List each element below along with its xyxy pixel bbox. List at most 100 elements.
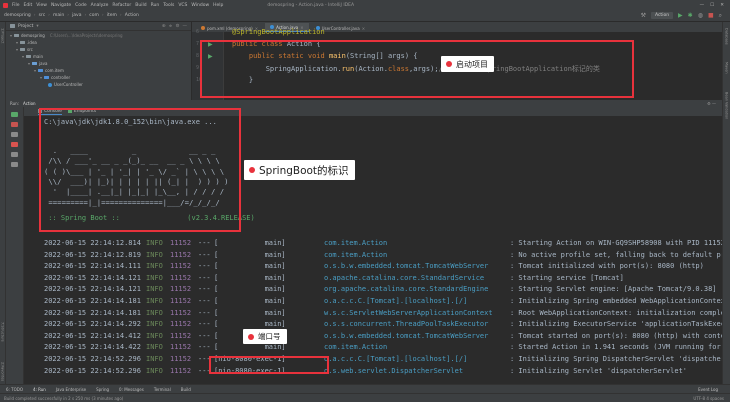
tree-node[interactable]: ▾ src	[6, 46, 191, 53]
layout-icon[interactable]	[11, 152, 18, 157]
bottom-tab[interactable]: Java Enterprise	[56, 387, 86, 392]
minimize-button[interactable]: —	[700, 3, 705, 8]
run-config-select[interactable]: Action	[650, 12, 674, 19]
run-config-tab[interactable]: Action	[23, 101, 36, 106]
run-toolbar	[6, 107, 24, 390]
hide-icon[interactable]: —	[183, 24, 188, 29]
breadcrumb-item[interactable]: item	[107, 13, 117, 18]
tree-node[interactable]: ▾ .idea	[6, 39, 191, 46]
stripe-database-label[interactable]: Database	[725, 28, 729, 45]
rerun-icon[interactable]	[11, 112, 18, 117]
menu-view[interactable]: View	[36, 3, 47, 8]
tree-node[interactable]: ▾ demospring C:\Users\...\IdeaProjects\dem…	[6, 32, 191, 39]
log-pid: 11152	[170, 331, 192, 340]
chevron-right-icon: ›	[119, 13, 122, 18]
log-separator: ---	[198, 262, 211, 271]
tree-node[interactable]: UserController	[6, 81, 191, 88]
chevron-down-icon[interactable]: ▾	[10, 33, 12, 38]
stripe-favorites-label[interactable]: 2:Favorites	[1, 362, 5, 381]
menu-window[interactable]: Window	[191, 3, 209, 8]
chevron-down-icon[interactable]: ▾	[36, 24, 38, 29]
banner-callout: SpringBoot的标识	[244, 160, 355, 180]
breadcrumb-item[interactable]: java	[72, 13, 81, 18]
callout-dot-icon	[248, 333, 254, 340]
bottom-tab[interactable]: Spring	[96, 387, 109, 392]
navigation-bar: demospring › src › main › java › com › item › Action…	[0, 10, 730, 22]
run-panel-controls[interactable]: ⚙ —	[707, 101, 722, 106]
log-separator: ---	[198, 285, 211, 294]
maximize-button[interactable]: ☐	[710, 3, 714, 8]
log-ts: 2022-06-15 22:14:12.814	[44, 239, 141, 247]
tree-node-path: C:\Users\...\IdeaProjects\demospring	[49, 33, 123, 38]
source-folder-icon	[32, 61, 38, 66]
banner-callout-label: SpringBoot的标识	[259, 164, 349, 177]
collapse-icon[interactable]: ≑	[169, 24, 173, 29]
menu-refactor[interactable]: Refactor	[112, 3, 131, 8]
tree-node[interactable]: ▾ main	[6, 53, 191, 60]
pin-icon[interactable]	[11, 142, 18, 147]
breadcrumb-item[interactable]: com	[89, 13, 99, 18]
chevron-down-icon[interactable]: ▾	[22, 54, 24, 59]
menu-vcs[interactable]: VCS	[178, 3, 187, 8]
log-pid: 11152	[170, 250, 192, 259]
gear-icon[interactable]: ⚙	[175, 24, 179, 29]
menu-code[interactable]: Code	[75, 3, 87, 8]
bug-icon[interactable]: ✱	[688, 12, 693, 19]
log-separator: ---	[198, 273, 211, 282]
chevron-down-icon[interactable]: ▾	[16, 47, 18, 52]
chevron-down-icon[interactable]: ▾	[34, 68, 36, 73]
log-pid: 11152	[170, 239, 192, 247]
stripe-structure-label[interactable]: 7:Structure	[1, 322, 5, 342]
title-bar: File Edit View Navigate Code Analyze Refactor B…	[0, 0, 730, 10]
bottom-tab[interactable]: Build	[181, 387, 191, 392]
menu-run[interactable]: Run	[151, 3, 160, 8]
chevron-down-icon[interactable]: ▾	[40, 75, 42, 80]
menu-navigate[interactable]: Navigate	[51, 3, 71, 8]
bottom-tab[interactable]: 0: Messages	[119, 387, 144, 392]
bottom-tool-tabs: 6: TODO 4: Run Java Enterprise Spring 0: Mes…	[0, 384, 730, 393]
play-icon[interactable]: ▶	[678, 12, 683, 19]
tree-node[interactable]: ▾ com.item	[6, 67, 191, 74]
menu-edit[interactable]: Edit	[24, 3, 33, 8]
menu-build[interactable]: Build	[135, 3, 146, 8]
stripe-bean-label[interactable]: Bean Validation	[725, 92, 729, 119]
tree-node[interactable]: ▾ controller	[6, 74, 191, 81]
log-pid: 11152	[170, 320, 192, 329]
breadcrumb-item[interactable]: src	[39, 13, 46, 18]
chevron-down-icon[interactable]: ▾	[16, 40, 18, 45]
locate-icon[interactable]: ⊕	[162, 24, 166, 29]
stop-icon[interactable]	[11, 122, 18, 127]
camera-icon[interactable]	[11, 132, 18, 137]
search-icon[interactable]: ⌕	[719, 12, 722, 20]
menu-tools[interactable]: Tools	[163, 3, 174, 8]
log-logger: com.item.Action	[324, 250, 388, 259]
stop-icon[interactable]: ■	[708, 12, 714, 19]
build-hammer-icon[interactable]: ⚒	[641, 12, 646, 19]
bottom-tab[interactable]: Terminal	[154, 387, 171, 392]
event-log-button[interactable]: Event Log	[698, 387, 730, 392]
bottom-tab[interactable]: 4: Run	[33, 387, 46, 392]
status-encoding[interactable]: UTF-8 4 spaces	[693, 396, 730, 401]
menu-file[interactable]: File	[12, 3, 20, 8]
close-icon[interactable]: ×	[362, 26, 365, 31]
breadcrumb-item[interactable]: Action	[125, 13, 139, 18]
stripe-project-label[interactable]: 1:Project	[1, 28, 5, 43]
breadcrumb-item[interactable]: demospring	[4, 13, 31, 18]
project-panel-title[interactable]: Project	[18, 24, 33, 29]
bottom-tab[interactable]: 6: TODO	[6, 387, 23, 392]
stripe-maven-label[interactable]: Maven	[725, 62, 729, 74]
folder-icon	[20, 47, 26, 52]
log-thread: [ main]	[214, 343, 286, 352]
close-button[interactable]: ✕	[720, 3, 724, 8]
log-thread: [ main]	[214, 273, 286, 282]
log-logger: o.s.s.concurrent.ThreadPoolTaskExecutor	[324, 320, 489, 329]
menu-help[interactable]: Help	[213, 3, 223, 8]
log-message: : Starting service [Tomcat]	[510, 273, 624, 282]
coverage-icon[interactable]: ◍	[698, 12, 703, 19]
print-icon[interactable]	[11, 162, 18, 167]
breadcrumb-item[interactable]: main	[53, 13, 64, 18]
menu-analyze[interactable]: Analyze	[91, 3, 109, 8]
log-separator: ---	[198, 320, 211, 329]
chevron-down-icon[interactable]: ▾	[28, 61, 30, 66]
tree-node[interactable]: ▾ java	[6, 60, 191, 67]
